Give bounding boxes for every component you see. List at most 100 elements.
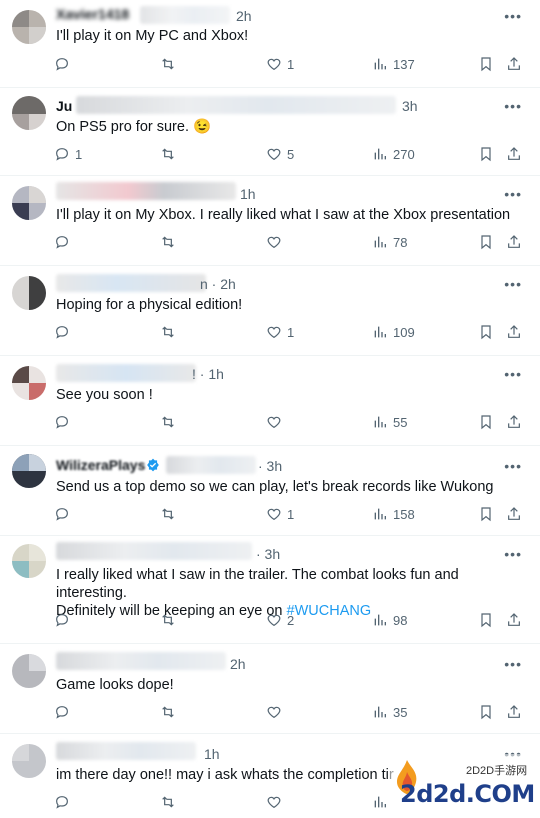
repost-button[interactable] [160,414,181,430]
views-button[interactable]: 270 [372,146,415,162]
bookmark-button[interactable] [478,612,494,628]
share-button[interactable] [506,506,522,522]
like-button[interactable]: 2 [266,612,294,628]
avatar[interactable] [12,10,46,44]
avatar[interactable] [12,654,46,688]
reply-button[interactable] [54,506,75,522]
reply-button[interactable] [54,56,75,72]
post-time[interactable]: 3h [402,98,418,114]
bookmark-button[interactable] [478,506,494,522]
more-options-icon[interactable]: ••• [504,546,522,562]
share-button[interactable] [506,56,522,72]
repost-icon [162,236,174,248]
reply-button[interactable] [54,704,75,720]
share-button[interactable] [506,146,522,162]
avatar[interactable] [12,276,46,310]
post-time[interactable]: 2h [230,656,246,672]
author-name[interactable]: Xavier1418 [56,6,129,22]
post-time[interactable]: · 3h [256,546,280,562]
more-options-icon[interactable]: ••• [504,98,522,114]
views-button[interactable]: 78 [372,234,407,250]
bookmark-button[interactable] [478,324,494,340]
bookmark-button[interactable] [478,234,494,250]
more-options-icon[interactable]: ••• [504,8,522,24]
view-count: 109 [393,324,415,340]
avatar[interactable] [12,544,46,578]
reply-post[interactable]: 1h ••• I'll play it on My Xbox. I really… [0,176,540,266]
like-button[interactable] [266,234,287,250]
repost-button[interactable] [160,506,181,522]
share-icon [508,507,520,520]
views-button[interactable]: 109 [372,324,415,340]
reply-button[interactable] [54,324,75,340]
reply-post[interactable]: · 3h ••• I really liked what I saw in th… [0,536,540,644]
share-button[interactable] [506,414,522,430]
more-options-icon[interactable]: ••• [504,656,522,672]
reply-post[interactable]: WilizeraPlays · 3h ••• Send us a top dem… [0,446,540,536]
post-time[interactable]: n · 2h [200,276,236,292]
post-time[interactable]: 1h [204,746,220,762]
post-time[interactable]: 1h [240,186,256,202]
bookmark-button[interactable] [478,56,494,72]
repost-button[interactable] [160,794,181,810]
avatar[interactable] [12,454,46,488]
like-button[interactable] [266,414,287,430]
reply-post[interactable]: 2h ••• Game looks dope! 35 [0,644,540,734]
avatar[interactable] [12,744,46,778]
bookmark-button[interactable] [478,414,494,430]
like-button[interactable]: 1 [266,324,294,340]
repost-button[interactable] [160,704,181,720]
more-options-icon[interactable]: ••• [504,186,522,202]
more-options-icon[interactable]: ••• [504,366,522,382]
like-button[interactable]: 1 [266,506,294,522]
repost-button[interactable] [160,234,181,250]
repost-button[interactable] [160,324,181,340]
reply-button[interactable] [54,612,75,628]
reply-post[interactable]: ! · 1h ••• See you soon ! 55 [0,356,540,446]
reply-icon [56,706,68,719]
post-time[interactable]: · 3h [258,458,282,474]
views-button[interactable]: 158 [372,506,415,522]
share-button[interactable] [506,704,522,720]
view-count: 270 [393,146,415,162]
like-button[interactable] [266,794,287,810]
repost-button[interactable] [160,612,181,628]
reply-button[interactable] [54,794,75,810]
repost-button[interactable] [160,56,181,72]
bookmark-button[interactable] [478,146,494,162]
reply-icon [56,148,68,161]
repost-button[interactable] [160,146,181,162]
reply-post[interactable]: Xavier1418 2h ••• I'll play it on My PC … [0,0,540,88]
repost-icon [162,326,174,338]
avatar[interactable] [12,366,46,400]
like-button[interactable] [266,704,287,720]
author-name[interactable]: Ju [56,98,72,114]
views-button[interactable]: 98 [372,612,407,628]
avatar[interactable] [12,96,46,130]
repost-icon [162,148,174,160]
more-options-icon[interactable]: ••• [504,276,522,292]
reply-button[interactable]: 1 [54,146,82,162]
post-time[interactable]: 2h [236,8,252,24]
share-button[interactable] [506,324,522,340]
post-time[interactable]: ! · 1h [192,366,224,382]
views-button[interactable]: 35 [372,704,407,720]
like-button[interactable]: 1 [266,56,294,72]
reply-count: 1 [75,146,83,162]
like-button[interactable]: 5 [266,146,294,162]
views-button[interactable]: 137 [372,56,415,72]
views-button[interactable]: 55 [372,414,407,430]
share-button[interactable] [506,612,522,628]
reply-button[interactable] [54,414,75,430]
like-count: 1 [287,506,295,522]
reply-button[interactable] [54,234,75,250]
post-text: I'll play it on My PC and Xbox! [56,28,249,44]
reply-post[interactable]: Ju 3h ••• On PS5 pro for sure. 😉 1 5 270 [0,88,540,176]
bookmark-button[interactable] [478,704,494,720]
reply-post[interactable]: n · 2h ••• Hoping for a physical edition… [0,266,540,356]
more-options-icon[interactable]: ••• [504,458,522,474]
heart-icon [267,508,281,521]
avatar[interactable] [12,186,46,220]
author-name[interactable]: WilizeraPlays [56,457,145,473]
share-button[interactable] [506,234,522,250]
